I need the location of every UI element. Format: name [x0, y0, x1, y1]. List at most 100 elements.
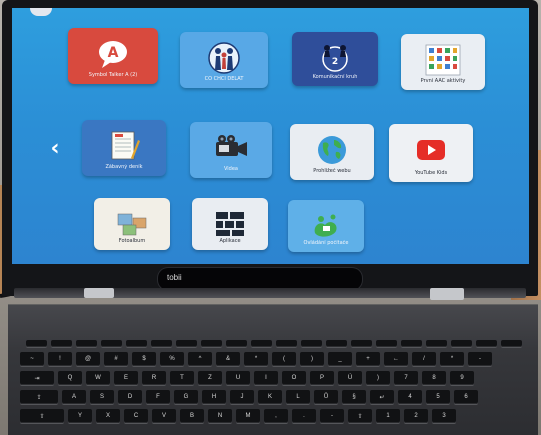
keyboard-key[interactable]: X	[96, 409, 120, 423]
keyboard-key[interactable]: #	[104, 352, 128, 366]
keyboard-key[interactable]: 4	[398, 390, 422, 404]
keyboard-key[interactable]: !	[48, 352, 72, 366]
keyboard-key[interactable]: ↵	[370, 390, 394, 404]
keyboard-key[interactable]: C	[124, 409, 148, 423]
computer-control-icon	[306, 209, 346, 243]
function-key[interactable]	[276, 340, 297, 347]
keyboard-key[interactable]: 3	[432, 409, 456, 423]
keyboard-key[interactable]: W	[86, 371, 110, 385]
svg-text:A: A	[108, 45, 119, 61]
keyboard-key[interactable]: O	[282, 371, 306, 385]
keyboard-key[interactable]: -	[468, 352, 492, 366]
keyboard-key[interactable]: T	[170, 371, 194, 385]
function-key[interactable]	[351, 340, 372, 347]
keyboard-key[interactable]: J	[230, 390, 254, 404]
function-key[interactable]	[376, 340, 397, 347]
keyboard-key[interactable]: M	[236, 409, 260, 423]
tile-zabavny-denik[interactable]: Zábavný deník	[82, 120, 166, 176]
tile-prohlizec-webu[interactable]: Prohlížeč webu	[290, 124, 374, 180]
keyboard-key[interactable]: 5	[426, 390, 450, 404]
keyboard-key[interactable]: §	[342, 390, 366, 404]
keyboard-key[interactable]: D	[118, 390, 142, 404]
photo-album-icon	[112, 207, 152, 241]
keyboard-key[interactable]: @	[76, 352, 100, 366]
tile-co-chci-delat[interactable]: CO CHCI DĚLAT	[180, 32, 268, 88]
function-key[interactable]	[251, 340, 272, 347]
keyboard-key[interactable]: 1	[376, 409, 400, 423]
keyboard-key[interactable]: 2	[404, 409, 428, 423]
keyboard-key[interactable]: /	[412, 352, 436, 366]
keyboard-key[interactable]: )	[366, 371, 390, 385]
keyboard-key[interactable]: $	[132, 352, 156, 366]
keyboard-key[interactable]: Ú	[338, 371, 362, 385]
keyboard-key[interactable]: .	[292, 409, 316, 423]
function-key[interactable]	[126, 340, 147, 347]
keyboard-key[interactable]: L	[286, 390, 310, 404]
keyboard-key[interactable]: P	[310, 371, 334, 385]
function-key[interactable]	[101, 340, 122, 347]
keyboard-key[interactable]: ⇧	[20, 409, 64, 423]
function-key[interactable]	[151, 340, 172, 347]
keyboard-key[interactable]: Ů	[314, 390, 338, 404]
keyboard-key[interactable]: 6	[454, 390, 478, 404]
tile-ovladani-pocitace[interactable]: Ovládání počítače	[288, 200, 364, 252]
function-key[interactable]	[51, 340, 72, 347]
keyboard-key[interactable]: ,	[264, 409, 288, 423]
keyboard-key[interactable]: ←	[384, 352, 408, 366]
function-key[interactable]	[476, 340, 497, 347]
keyboard-key[interactable]: S	[90, 390, 114, 404]
tile-videa[interactable]: Videa	[190, 122, 272, 178]
tile-label: YouTube Kids	[414, 170, 448, 176]
keyboard-key[interactable]: E	[114, 371, 138, 385]
keyboard-key[interactable]: Y	[68, 409, 92, 423]
function-key[interactable]	[76, 340, 97, 347]
function-key[interactable]	[176, 340, 197, 347]
keyboard-key[interactable]: R	[142, 371, 166, 385]
keyboard-key[interactable]: *	[244, 352, 268, 366]
keyboard-key[interactable]: G	[174, 390, 198, 404]
keyboard-key[interactable]: U	[226, 371, 250, 385]
keyboard-key[interactable]: )	[300, 352, 324, 366]
function-key[interactable]	[201, 340, 222, 347]
keyboard-key[interactable]: ⇥	[20, 371, 54, 385]
function-key[interactable]	[401, 340, 422, 347]
keyboard-key[interactable]: *	[440, 352, 464, 366]
function-key[interactable]	[26, 340, 47, 347]
keyboard-key[interactable]: V	[152, 409, 176, 423]
keyboard-key[interactable]: I	[254, 371, 278, 385]
keyboard-key[interactable]: %	[160, 352, 184, 366]
keyboard-key[interactable]: 7	[394, 371, 418, 385]
tile-prvni-aac-aktivity[interactable]: První AAC aktivity	[401, 34, 485, 90]
keyboard-key[interactable]: ⇪	[20, 390, 58, 404]
keyboard-key[interactable]: ~	[20, 352, 44, 366]
function-key[interactable]	[501, 340, 522, 347]
previous-page-arrow-icon[interactable]: ‹	[46, 136, 64, 162]
keyboard-key[interactable]: (	[272, 352, 296, 366]
keyboard-key[interactable]: _	[328, 352, 352, 366]
keyboard-key[interactable]: 8	[422, 371, 446, 385]
tile-komunikacni-kruh[interactable]: 2 Komunikační kruh	[292, 32, 378, 86]
function-key[interactable]	[451, 340, 472, 347]
keyboard-key[interactable]: 9	[450, 371, 474, 385]
function-key[interactable]	[226, 340, 247, 347]
keyboard-key[interactable]: K	[258, 390, 282, 404]
keyboard-key[interactable]: H	[202, 390, 226, 404]
keyboard-key[interactable]: ⇧	[348, 409, 372, 423]
tile-youtube-kids[interactable]: YouTube Kids	[389, 124, 473, 182]
keyboard-key[interactable]: +	[356, 352, 380, 366]
keyboard-key[interactable]: &	[216, 352, 240, 366]
keyboard-key[interactable]: F	[146, 390, 170, 404]
tile-aplikace[interactable]: Aplikace	[192, 198, 268, 250]
keyboard-key[interactable]: N	[208, 409, 232, 423]
function-key[interactable]	[326, 340, 347, 347]
keyboard-key[interactable]: -	[320, 409, 344, 423]
keyboard-key[interactable]: A	[62, 390, 86, 404]
keyboard-key[interactable]: B	[180, 409, 204, 423]
tile-symbol-talker[interactable]: A Symbol Talker A (2)	[68, 28, 158, 84]
keyboard-key[interactable]: Z	[198, 371, 222, 385]
keyboard-key[interactable]: Q	[58, 371, 82, 385]
keyboard-key[interactable]: ^	[188, 352, 212, 366]
tile-fotoalbum[interactable]: Fotoalbum	[94, 198, 170, 250]
function-key[interactable]	[426, 340, 447, 347]
function-key[interactable]	[301, 340, 322, 347]
